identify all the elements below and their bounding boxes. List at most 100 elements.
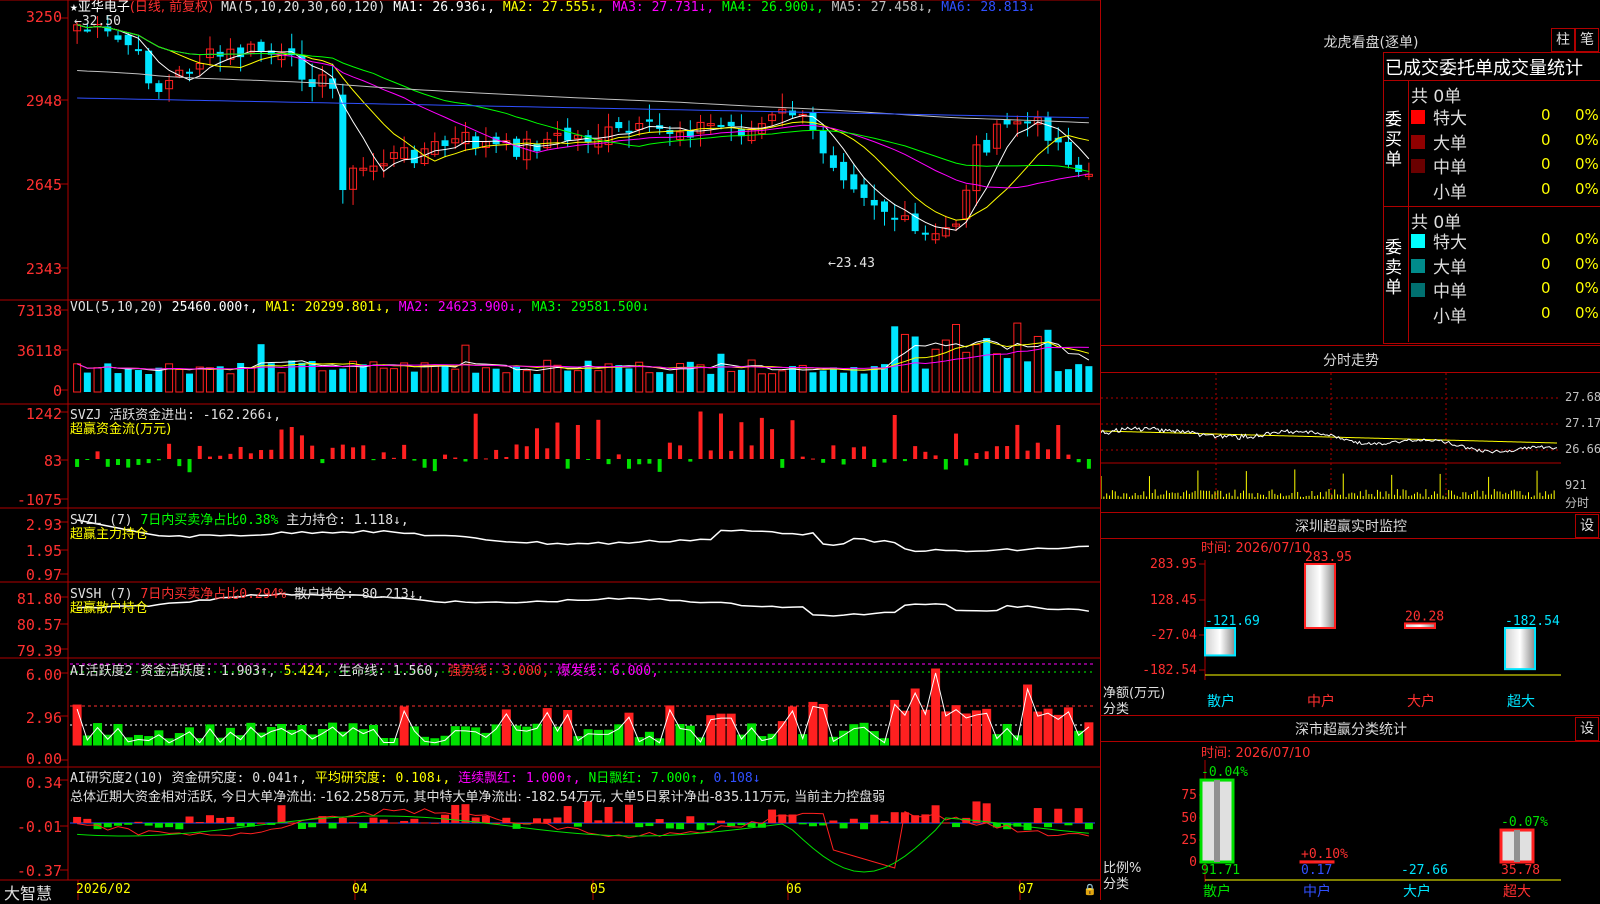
candle-body [983,140,990,153]
money-flow-bar [433,459,437,471]
volume-bar [145,374,152,392]
activity-bar [594,730,602,745]
candle-body [1024,121,1031,123]
right-panel: 龙虎看盘(逐单) 柱 笔 已成交委托单成交量统计 委买单 共 0单 特大00%大… [1100,0,1600,900]
monitor-settings-button[interactable]: 设 [1575,514,1599,538]
classify-settings-button[interactable]: 设 [1575,717,1599,741]
money-flow-bar [719,414,723,459]
volume-bar [462,345,469,392]
activity-bar [553,727,561,745]
order-stats-header: 已成交委托单成交量统计 [1385,54,1583,80]
research-bar [1085,823,1093,829]
order-size-label: 中单 [1433,277,1467,302]
classify-bar-chart: 7550250-0.04%91.71散户+0.10%0.17中户-27.66大户… [1101,740,1600,900]
volume-bar [687,362,694,392]
date-label: 04 [352,882,368,897]
volume-bar [534,374,541,392]
money-flow-bar [157,459,161,460]
money-flow-bar [1066,455,1070,459]
volume-bar [114,373,121,392]
candle-body [442,140,449,146]
activity-bar [860,723,868,745]
research-bar [891,812,899,823]
money-flow-bar [944,459,948,470]
volume-bar [554,365,561,392]
money-flow-bar [760,418,764,459]
volume-bar [1014,323,1021,392]
research-bar [175,823,183,829]
research-bar [972,801,980,823]
money-flow-bar [1056,425,1060,459]
money-flow-bar [320,459,324,463]
activity-bar [523,727,531,745]
money-flow-bar [709,450,713,459]
monitor-category: 大户 [1407,693,1435,710]
money-flow-bar [852,447,856,459]
activity-bar [686,726,694,745]
svzl-sub: 超赢主力持仓 [70,523,148,542]
stock-name: 亚华电子 [78,0,130,15]
classify-axis-label: 0 [1189,855,1197,870]
ai-activity-value: AI活跃度2 资金活跃度: 1.903↑, [70,664,284,679]
candle-body [125,35,132,45]
volume-bar [125,368,132,392]
research-bar [73,817,81,823]
high-mark-value: 32.50 [82,14,121,29]
classify-category: 中户 [1303,883,1331,900]
research-bar [339,818,347,823]
ma-value: MA5: 27.458↓, [832,0,942,15]
monitor-axis-label: 283.95 [1150,557,1197,572]
activity-bar [206,725,214,745]
money-flow-bar [954,434,958,459]
money-flow-bar [535,428,539,459]
order-count: 0 [1541,230,1551,248]
money-flow-bar [85,459,89,460]
order-count: 0 [1541,279,1551,297]
activity-bar [400,707,408,745]
monitor-axis-label: -27.04 [1150,628,1197,643]
legend-swatch [1411,259,1425,273]
volume-bar [748,360,755,392]
money-flow-bar [259,450,263,459]
buy-side-label: 委买单 [1385,110,1407,170]
money-flow-bar [331,448,335,459]
ma-value: MA6: 28.813↓ [941,0,1035,15]
money-flow-bar [566,459,570,469]
ai-res-axis-label: -0.01 [17,818,62,836]
research-bar [942,822,950,823]
activity-group [73,669,1093,745]
research-bar [421,822,429,823]
chart-area[interactable]: ★亚华电子(日线, 前复权) MA(5,10,20,30,60,120) MA1… [0,0,1100,900]
volume-bar [1065,369,1072,392]
money-flow-bar [1036,443,1040,459]
bar-view-button[interactable]: 柱 [1551,28,1575,52]
activity-bar [410,727,418,745]
stock-chart-canvas[interactable] [0,0,1100,900]
money-flow-bar [1077,459,1081,462]
legend-swatch [1411,110,1425,124]
monitor-bar-value: 20.28 [1405,609,1444,624]
volume-bar [513,367,520,392]
money-flow-bar [484,458,488,459]
money-flow-bar [668,443,672,459]
research-bar [329,823,337,828]
activity-bar [502,710,510,745]
monitor-bar-chart: 283.95128.45-27.04-182.54-121.69散户283.95… [1101,540,1600,710]
candle-body [513,139,520,157]
volume-bar [503,373,510,392]
intraday-avg-line [1101,431,1557,443]
tick-view-button[interactable]: 笔 [1575,28,1599,52]
research-group [73,801,1093,830]
volume-bar [472,373,479,392]
intraday-axis-label: 27.17 [1565,416,1600,430]
candle-body [84,30,91,32]
svzl-label-b: 7日内买卖净占比0.38% [140,513,286,528]
monitor-bar [1205,628,1235,655]
classify-delta: +0.10% [1301,847,1348,862]
research-bar [359,823,367,828]
intraday-chart[interactable] [1101,373,1561,513]
volume-bar [942,340,949,392]
lock-icon[interactable]: 🔒 [1083,883,1097,896]
candle-body [186,72,193,74]
monitor-bar-value: 283.95 [1305,550,1352,565]
